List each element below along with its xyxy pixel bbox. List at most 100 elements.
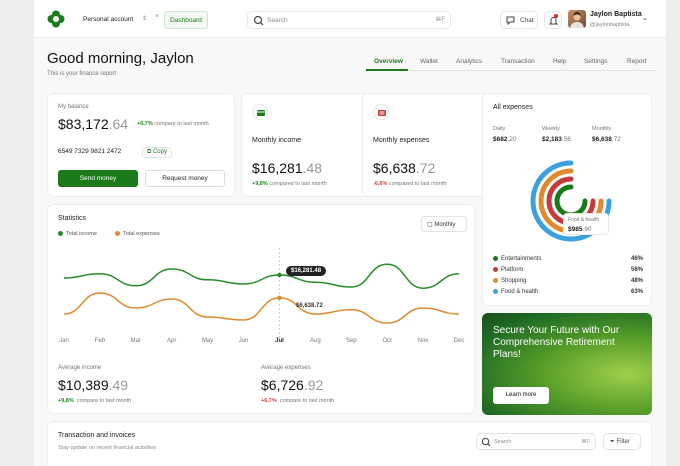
expenses-tooltip: $6,638.72 bbox=[296, 303, 323, 309]
tab-transaction[interactable]: Transaction bbox=[501, 58, 535, 65]
statistics-title: Statistics bbox=[58, 215, 87, 222]
expenses-amount: $6,638.72 bbox=[373, 160, 436, 176]
tab-settings[interactable]: Settings bbox=[584, 58, 608, 65]
filter-icon: ⏷ bbox=[610, 439, 615, 445]
transactions-search[interactable]: Search ⌘F bbox=[476, 433, 596, 450]
expense-row-platform: Platform 56% bbox=[493, 267, 643, 273]
chevron-down-icon[interactable]: ⌄ bbox=[642, 14, 648, 22]
chat-label: Chat bbox=[520, 17, 534, 24]
avg-income-change: +9,8% compare to last month bbox=[58, 398, 132, 404]
tab-report[interactable]: Report bbox=[627, 58, 647, 65]
card-number: 6549 7329 9821 2472 bbox=[58, 148, 122, 155]
search-icon bbox=[481, 437, 491, 447]
search-icon bbox=[253, 15, 264, 26]
weekly-amount: $2,183.56 bbox=[542, 136, 571, 143]
avatar[interactable] bbox=[568, 10, 586, 28]
x-tick-label: Aug bbox=[310, 338, 321, 344]
app-frame: Personal account ⇕ × Dashboard Search ⌘F… bbox=[34, 0, 666, 466]
transactions-search-shortcut: ⌘F bbox=[581, 439, 590, 445]
monthly-label: Monthly bbox=[592, 126, 612, 132]
filter-button[interactable]: ⏷ Filter bbox=[603, 433, 641, 450]
separator-icon: × bbox=[155, 13, 160, 20]
transactions-subtitle: Stay update on recent financial activiti… bbox=[58, 445, 157, 451]
expense-row-shopping: Shopping 48% bbox=[493, 278, 643, 284]
tab-bar: Overview Wallet Analytics Transaction He… bbox=[366, 57, 656, 71]
period-label: Monthly bbox=[434, 222, 456, 228]
x-tick-label: Jul bbox=[275, 338, 284, 344]
request-money-button[interactable]: Request money bbox=[145, 170, 225, 187]
expenses-series-line bbox=[63, 292, 460, 324]
learn-more-button[interactable]: Learn more bbox=[493, 387, 549, 404]
notification-dot bbox=[554, 14, 558, 18]
daily-amount: $682.20 bbox=[493, 136, 517, 143]
income-label: Monthly income bbox=[252, 137, 302, 144]
tab-wallet[interactable]: Wallet bbox=[420, 58, 438, 65]
legend-income: Total income bbox=[58, 231, 97, 237]
tab-help[interactable]: Help bbox=[553, 58, 566, 65]
balance-amount: $83,172.64 bbox=[58, 116, 129, 132]
avg-income-amount: $10,389.49 bbox=[58, 377, 129, 393]
tooltip-label: Food & health bbox=[568, 217, 600, 223]
transactions-title: Transaction and invoices bbox=[58, 432, 136, 439]
transactions-search-placeholder: Search bbox=[494, 439, 512, 445]
all-expenses-title: All expenses bbox=[493, 104, 533, 111]
search-shortcut: ⌘F bbox=[435, 17, 445, 23]
x-tick-label: Feb bbox=[94, 338, 106, 344]
x-tick-label: Mar bbox=[130, 338, 141, 344]
notification-button[interactable] bbox=[544, 11, 562, 29]
retirement-promo-card: Secure Your Future with Our Comprehensiv… bbox=[482, 313, 652, 415]
avg-expenses-label: Average expenses bbox=[261, 365, 311, 371]
send-money-button[interactable]: Send money bbox=[58, 170, 138, 187]
expenses-highlight-point bbox=[277, 295, 282, 300]
copy-button[interactable]: ⧉ Copy bbox=[142, 147, 172, 158]
balance-change: +6,7% compare to last month bbox=[137, 121, 209, 127]
ring-entertainments bbox=[554, 184, 588, 218]
page-subtitle: This is your finance report bbox=[47, 71, 117, 77]
logo-icon[interactable] bbox=[47, 10, 65, 28]
filter-label: Filter bbox=[616, 439, 630, 445]
income-highlight-point bbox=[277, 272, 282, 278]
income-change: +9,8% compared to last month bbox=[252, 181, 327, 187]
expense-row-food-health: Food & health 63% bbox=[493, 289, 643, 295]
x-axis: Jan Feb Mar Apr May Jun Jul Aug Sep Oct Nov Dec bbox=[48, 338, 476, 348]
tab-overview[interactable]: Overview bbox=[374, 58, 403, 65]
page-title: Good morning, Jaylon bbox=[47, 50, 194, 67]
wallet-icon bbox=[252, 104, 268, 120]
search-placeholder: Search bbox=[267, 17, 288, 24]
expenses-label: Monthly expenses bbox=[373, 137, 430, 144]
chat-button[interactable]: Chat bbox=[500, 11, 538, 29]
receipt-icon bbox=[373, 104, 389, 120]
avg-income-label: Average income bbox=[58, 365, 102, 371]
balance-card: My balance $83,172.64 +6,7% compare to l… bbox=[47, 93, 235, 197]
income-amount: $16,281.48 bbox=[252, 160, 323, 176]
weekly-label: Weekly bbox=[542, 126, 560, 132]
balance-label: My balance bbox=[58, 104, 89, 110]
expenses-change: -6,6% compared to last month bbox=[373, 181, 447, 187]
income-tooltip: $16,281.48 bbox=[286, 266, 327, 276]
search-bar[interactable]: Search ⌘F bbox=[247, 11, 451, 29]
account-switcher[interactable]: Personal account ⇕ bbox=[79, 11, 151, 29]
all-expenses-card: All expenses Daily $682.20 Weekly $2,183… bbox=[482, 93, 652, 306]
x-tick-label: Oct bbox=[382, 338, 392, 344]
monthly-amount: $6,638.72 bbox=[592, 136, 621, 143]
dashboard-button[interactable]: Dashboard bbox=[164, 11, 208, 29]
tooltip-amount: $985.90 bbox=[568, 226, 592, 233]
top-bar: Personal account ⇕ × Dashboard Search ⌘F… bbox=[34, 0, 666, 38]
expense-tooltip: Food & health $985.90 bbox=[563, 213, 609, 235]
x-tick-label: Jun bbox=[238, 338, 249, 344]
promo-text: Secure Your Future with Our Comprehensiv… bbox=[493, 325, 620, 360]
up-down-chevron-icon: ⇕ bbox=[141, 16, 147, 22]
account-label: Personal account bbox=[83, 16, 134, 23]
period-select[interactable]: ▢ Monthly bbox=[421, 216, 467, 232]
user-handle: @jaylonbaptista bbox=[590, 22, 630, 28]
income-series-line bbox=[63, 263, 460, 289]
user-name: Jaylon Baptista bbox=[590, 11, 642, 18]
x-tick-label: May bbox=[201, 338, 214, 344]
x-tick-label: Sep bbox=[345, 338, 357, 344]
tab-analytics[interactable]: Analytics bbox=[456, 58, 482, 65]
expense-row-entertainments: Entertainments 46% bbox=[493, 256, 643, 262]
legend-expenses: Total expenses bbox=[115, 231, 160, 237]
statistics-card: Statistics Total income Total expenses ▢… bbox=[47, 204, 475, 414]
x-tick-label: Apr bbox=[167, 338, 177, 344]
statistics-line-chart bbox=[63, 248, 460, 338]
